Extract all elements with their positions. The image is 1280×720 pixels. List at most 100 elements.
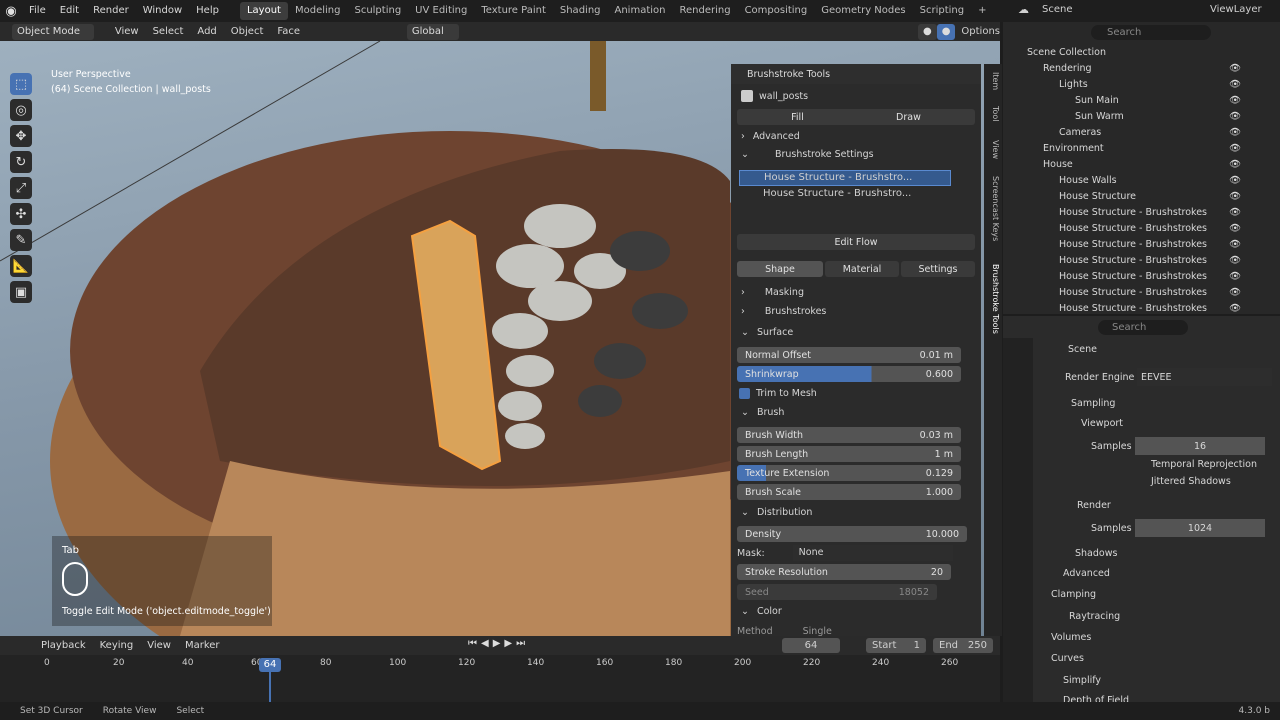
visibility-icon[interactable]: 👁	[1229, 159, 1241, 170]
shadows-section[interactable]: Shadows	[1075, 544, 1117, 562]
density-field[interactable]: Density 10.000	[737, 526, 967, 542]
tab-compositing[interactable]: Compositing	[738, 2, 815, 20]
tab-tool[interactable]: Tool	[986, 106, 1000, 122]
end-frame-field[interactable]: End 250	[933, 638, 993, 653]
outliner-row[interactable]: Scene Collection	[1003, 44, 1280, 60]
visibility-icon[interactable]: 👁	[1229, 95, 1241, 106]
visibility-icon[interactable]: 👁	[1229, 127, 1241, 138]
scene-name[interactable]: Scene	[1042, 4, 1073, 15]
shrinkwrap-slider[interactable]: Shrinkwrap 0.600	[737, 366, 961, 382]
edit-flow-button[interactable]: Edit Flow	[834, 237, 877, 248]
menu-marker[interactable]: Marker	[178, 635, 227, 657]
tab-modeling[interactable]: Modeling	[288, 2, 348, 20]
move-tool-icon[interactable]: ✥	[10, 125, 32, 147]
tab-layout[interactable]: Layout	[239, 2, 288, 20]
outliner-row[interactable]: House Structure - Brushstrokes 👁	[1003, 220, 1280, 236]
brush-length-field[interactable]: Brush Length 1 m	[737, 446, 961, 462]
visibility-icon[interactable]: 👁	[1229, 303, 1241, 314]
visibility-icon[interactable]: 👁	[1229, 223, 1241, 234]
render-subsection[interactable]: Render	[1077, 496, 1111, 514]
tab-view[interactable]: View	[986, 140, 1000, 159]
menu-select[interactable]: Select	[146, 21, 191, 43]
tab-sculpting[interactable]: Sculpting	[347, 2, 408, 20]
fill-button[interactable]: Fill	[791, 112, 804, 123]
options-button[interactable]: Options	[961, 26, 1000, 37]
mask-select[interactable]: None	[792, 545, 953, 561]
menu-file[interactable]: File	[22, 0, 53, 22]
measure-tool-icon[interactable]: 📐	[10, 255, 32, 277]
advanced-section[interactable]: Advanced	[1063, 564, 1110, 582]
simplify-section[interactable]: Simplify	[1063, 671, 1101, 689]
dof-section[interactable]: Depth of Field	[1063, 691, 1129, 703]
list-item[interactable]: House Structure - Brushstro...	[739, 187, 951, 203]
tab-shading[interactable]: Shading	[553, 2, 608, 20]
viewport-subsection[interactable]: Viewport	[1081, 414, 1123, 432]
menu-playback[interactable]: Playback	[34, 635, 93, 657]
properties-search[interactable]: Search	[1098, 320, 1188, 335]
visibility-icon[interactable]: 👁	[1229, 239, 1241, 250]
outliner-row[interactable]: Sun Main 👁	[1003, 92, 1280, 108]
normal-offset-field[interactable]: Normal Offset 0.01 m	[737, 347, 961, 363]
stroke-resolution-field[interactable]: Stroke Resolution 20	[737, 564, 951, 580]
visibility-icon[interactable]: 👁	[1229, 255, 1241, 266]
advanced-section[interactable]: Advanced	[753, 131, 800, 142]
menu-face[interactable]: Face	[270, 21, 307, 43]
visibility-icon[interactable]: 👁	[1229, 79, 1241, 90]
menu-view[interactable]: View	[108, 21, 146, 43]
menu-edit[interactable]: Edit	[53, 0, 86, 22]
outliner-row[interactable]: Rendering 👁	[1003, 60, 1280, 76]
outliner-row[interactable]: Cameras 👁	[1003, 124, 1280, 140]
outliner-row[interactable]: House Structure - Brushstrokes 👁	[1003, 268, 1280, 284]
playhead[interactable]: 64	[259, 658, 281, 672]
outliner-row[interactable]: House Walls 👁	[1003, 172, 1280, 188]
scale-tool-icon[interactable]: ⤢	[10, 177, 32, 199]
tab-geometry-nodes[interactable]: Geometry Nodes	[814, 2, 912, 20]
tab-texture-paint[interactable]: Texture Paint	[474, 2, 553, 20]
color-section[interactable]: Color	[757, 606, 782, 617]
raytracing-section[interactable]: Raytracing	[1069, 607, 1120, 625]
select-tool-icon[interactable]: ⬚	[10, 73, 32, 95]
tab-item[interactable]: Item	[986, 72, 1000, 90]
current-frame-field[interactable]: 64	[782, 638, 840, 653]
tab-rendering[interactable]: Rendering	[672, 2, 737, 20]
menu-help[interactable]: Help	[189, 0, 226, 22]
brush-section[interactable]: Brush	[757, 407, 784, 418]
list-item-selected[interactable]: House Structure - Brushstro...	[739, 170, 951, 186]
curves-section[interactable]: Curves	[1051, 649, 1084, 667]
mode-selector[interactable]: Object Mode	[11, 23, 94, 40]
visibility-icon[interactable]: 👁	[1229, 143, 1241, 154]
brushstroke-settings-section[interactable]: Brushstroke Settings	[775, 149, 874, 160]
jittered-shadows-label[interactable]: Jittered Shadows	[1151, 472, 1231, 490]
viewport-samples-field[interactable]: 16	[1135, 437, 1265, 455]
clamping-section[interactable]: Clamping	[1051, 585, 1096, 603]
outliner-row[interactable]: House Structure - Brushstrokes 👁	[1003, 284, 1280, 300]
outliner-row[interactable]: House Structure 👁	[1003, 188, 1280, 204]
frame-ruler[interactable]: 0 20 40 60 80 100 120 140 160 180 200 220 240 260	[0, 658, 1000, 672]
tab-material[interactable]: Material	[825, 261, 899, 277]
menu-view[interactable]: View	[140, 635, 178, 657]
tab-scripting[interactable]: Scripting	[913, 2, 971, 20]
temporal-reprojection-label[interactable]: Temporal Reprojection	[1151, 455, 1257, 473]
texture-extension-slider[interactable]: Texture Extension 0.129	[737, 465, 961, 481]
outliner-row[interactable]: House Structure - Brushstrokes 👁	[1003, 252, 1280, 268]
playback-controls[interactable]: ⏮◀▶▶⏭	[468, 638, 529, 649]
visibility-icon[interactable]: 👁	[1229, 191, 1241, 202]
visibility-icon[interactable]: 👁	[1229, 271, 1241, 282]
visibility-icon[interactable]: 👁	[1229, 111, 1241, 122]
brushstrokes-section[interactable]: Brushstrokes	[765, 306, 827, 317]
add-cube-tool-icon[interactable]: ▣	[10, 281, 32, 303]
tab-shape[interactable]: Shape	[737, 261, 823, 277]
menu-window[interactable]: Window	[136, 0, 189, 22]
tab-uv-editing[interactable]: UV Editing	[408, 2, 474, 20]
annotate-tool-icon[interactable]: ✎	[10, 229, 32, 251]
brush-width-field[interactable]: Brush Width 0.03 m	[737, 427, 961, 443]
panel-title[interactable]: Brushstroke Tools	[747, 69, 830, 80]
outliner-row[interactable]: Sun Warm 👁	[1003, 108, 1280, 124]
outliner-row[interactable]: House Structure - Brushstrokes 👁	[1003, 236, 1280, 252]
menu-object[interactable]: Object	[224, 21, 271, 43]
start-frame-field[interactable]: Start 1	[866, 638, 926, 653]
tab-screencast-keys[interactable]: Screencast Keys	[986, 176, 1000, 241]
seed-field[interactable]: Seed 18052	[737, 584, 937, 600]
tab-settings[interactable]: Settings	[901, 261, 975, 277]
outliner-row[interactable]: Environment 👁	[1003, 140, 1280, 156]
